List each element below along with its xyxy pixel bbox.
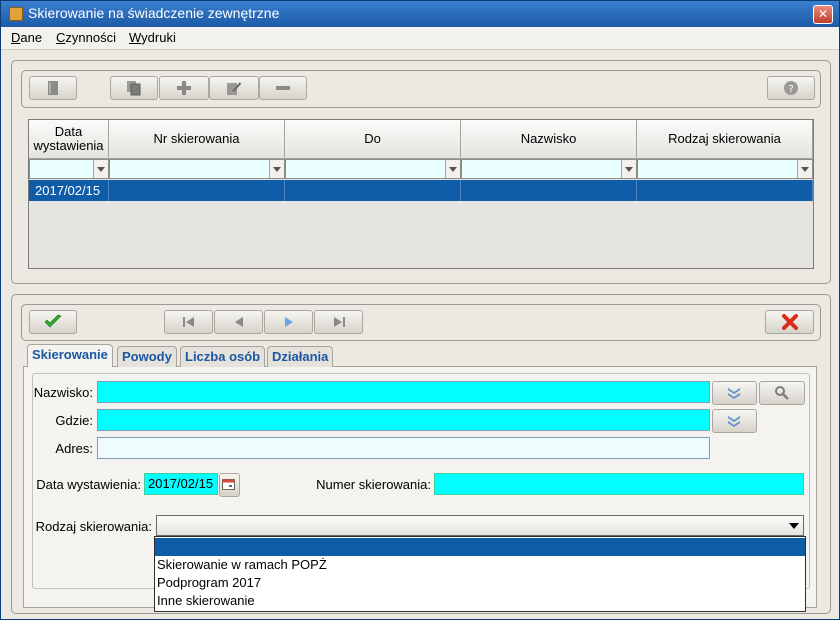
cell-rodzaj-skierowania <box>637 180 813 201</box>
window-close-button[interactable]: ✕ <box>813 5 833 24</box>
referrals-grid: Data wystawienia Nr skierowania Do Nazwi… <box>28 119 814 269</box>
numer-skierowania-label: Numer skierowania: <box>316 477 431 492</box>
dropdown-option[interactable] <box>155 538 805 556</box>
edit-button[interactable] <box>209 76 259 100</box>
dropdown-option[interactable]: Inne skierowanie <box>155 592 805 610</box>
data-wystawienia-label: Data wystawienia: <box>36 477 141 492</box>
gdzie-field[interactable] <box>97 409 710 431</box>
edit-icon <box>227 82 241 95</box>
column-header-label: Data wystawienia <box>33 124 104 153</box>
next-icon <box>284 317 293 327</box>
cancel-button[interactable] <box>765 310 814 334</box>
calendar-button[interactable] <box>219 473 240 497</box>
dropdown-option[interactable]: Skierowanie w ramach POPŻ <box>155 556 805 574</box>
chevron-down-icon <box>789 523 799 529</box>
last-icon <box>333 317 345 327</box>
gdzie-label: Gdzie: <box>55 413 93 428</box>
numer-skierowania-field[interactable] <box>434 473 804 495</box>
nazwisko-pick-button[interactable] <box>712 381 757 405</box>
first-record-button[interactable] <box>164 310 213 334</box>
help-button[interactable]: ? <box>767 76 815 100</box>
title-bar: Skierowanie na świadczenie zewnętrzne ✕ <box>1 1 839 27</box>
window-title: Skierowanie na świadczenie zewnętrzne <box>28 5 280 21</box>
help-icon: ? <box>784 81 798 95</box>
menu-wydruki-label: ydruki <box>141 30 176 45</box>
next-record-button[interactable] <box>264 310 313 334</box>
filter-rodzaj-skierowania[interactable] <box>637 159 813 179</box>
rodzaj-skierowania-label: Rodzaj skierowania: <box>35 519 152 534</box>
cell-nr-skierowania <box>109 180 285 201</box>
previous-record-button[interactable] <box>214 310 263 334</box>
tab-dzialania[interactable]: Działania <box>267 346 334 367</box>
add-button[interactable] <box>159 76 209 100</box>
column-header-do[interactable]: Do <box>285 120 461 159</box>
book-icon <box>48 81 58 95</box>
checkmark-icon <box>44 314 62 328</box>
filter-data-wystawienia[interactable] <box>29 159 109 179</box>
data-wystawienia-field[interactable]: 2017/02/15 <box>144 473 218 495</box>
confirm-button[interactable] <box>29 310 77 334</box>
cell-data-wystawienia: 2017/02/15 <box>29 180 109 201</box>
nazwisko-search-button[interactable] <box>759 381 805 405</box>
column-header-nr-skierowania[interactable]: Nr skierowania <box>109 120 285 159</box>
filter-dropdown-icon[interactable] <box>269 160 284 178</box>
cell-nazwisko <box>461 180 637 201</box>
copy-button[interactable] <box>110 76 158 100</box>
close-icon <box>781 314 798 330</box>
filter-dropdown-icon[interactable] <box>93 160 108 178</box>
minus-icon <box>276 86 290 90</box>
dropdown-option[interactable]: Podprogram 2017 <box>155 574 805 592</box>
column-header-label: Nr skierowania <box>153 131 240 146</box>
column-header-label: Do <box>364 131 381 146</box>
rodzaj-skierowania-select[interactable] <box>156 515 804 536</box>
filter-dropdown-icon[interactable] <box>621 160 636 178</box>
tab-powody[interactable]: Powody <box>117 346 177 367</box>
nazwisko-label: Nazwisko: <box>33 385 93 400</box>
open-button[interactable] <box>29 76 77 100</box>
previous-icon <box>234 317 243 327</box>
filter-dropdown-icon[interactable] <box>445 160 460 178</box>
plus-icon <box>177 81 191 95</box>
menu-dane[interactable]: Dane <box>11 30 42 45</box>
menu-czynnosci[interactable]: Czynności <box>56 30 116 45</box>
double-chevron-down-icon <box>728 416 740 427</box>
column-header-nazwisko[interactable]: Nazwisko <box>461 120 637 159</box>
svg-text:?: ? <box>788 84 793 95</box>
table-row[interactable]: 2017/02/15 <box>29 180 813 201</box>
filter-nr-skierowania[interactable] <box>109 159 285 179</box>
column-header-rodzaj-skierowania[interactable]: Rodzaj skierowania <box>637 120 813 159</box>
delete-button[interactable] <box>259 76 307 100</box>
menu-wydruki-mnemonic: W <box>129 30 142 45</box>
search-icon <box>775 386 789 400</box>
adres-label: Adres: <box>55 441 93 456</box>
menu-czynnosci-label: zynności <box>65 30 116 45</box>
calendar-icon <box>222 479 235 490</box>
filter-nazwisko[interactable] <box>461 159 637 179</box>
gdzie-pick-button[interactable] <box>712 409 757 433</box>
cell-do <box>285 180 461 201</box>
menu-dane-label: ane <box>20 30 43 45</box>
menu-wydruki[interactable]: Wydruki <box>129 30 176 45</box>
column-header-data-wystawienia[interactable]: Data wystawienia <box>29 120 109 159</box>
copy-icon <box>127 81 141 96</box>
double-chevron-down-icon <box>728 388 740 399</box>
column-header-label: Nazwisko <box>520 131 577 146</box>
last-record-button[interactable] <box>314 310 363 334</box>
column-header-label: Rodzaj skierowania <box>668 131 781 146</box>
main-window: Skierowanie na świadczenie zewnętrzne ✕ … <box>0 0 840 620</box>
first-icon <box>182 317 194 327</box>
detail-toolbar <box>21 304 821 341</box>
nazwisko-field[interactable] <box>97 381 710 403</box>
app-icon <box>9 7 23 21</box>
adres-field[interactable] <box>97 437 710 459</box>
menu-dane-mnemonic: D <box>11 30 21 45</box>
filter-do[interactable] <box>285 159 461 179</box>
menu-bar: Dane Czynności Wydruki <box>1 27 839 50</box>
rodzaj-skierowania-dropdown-list: Skierowanie w ramach POPŻ Podprogram 201… <box>154 536 806 612</box>
menu-czynnosci-mnemonic: C <box>56 30 66 45</box>
tab-skierowanie[interactable]: Skierowanie <box>27 344 113 367</box>
filter-dropdown-icon[interactable] <box>797 160 812 178</box>
tab-liczba-osob[interactable]: Liczba osób <box>180 346 266 367</box>
